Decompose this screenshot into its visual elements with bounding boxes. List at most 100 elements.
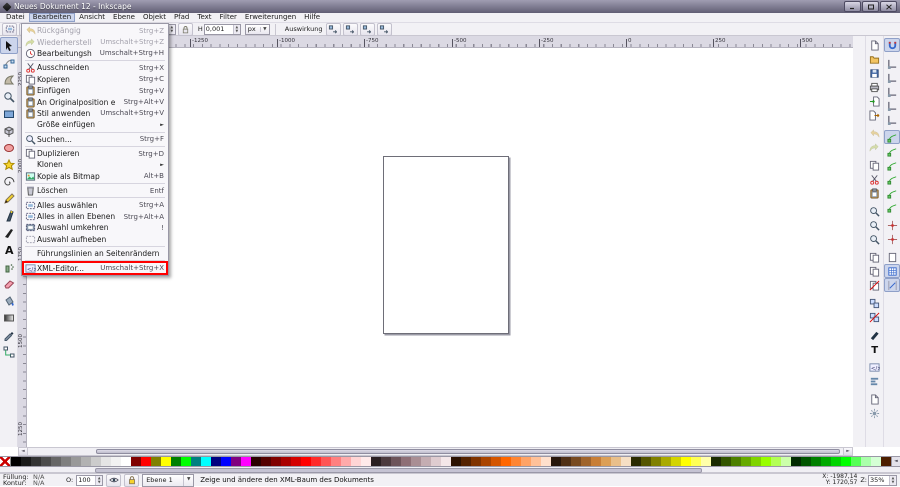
palette-swatch[interactable] [401, 457, 411, 466]
menu-item-größe-einfügen[interactable]: Größe einfügen► [23, 119, 167, 130]
menu-item-löschen[interactable]: LöschenEntf [23, 185, 167, 196]
menu-item-auswahl-umkehren[interactable]: Auswahl umkehren! [23, 222, 167, 233]
menu-item-stil-anwenden[interactable]: Stil anwendenUmschalt+Strg+V [23, 108, 167, 119]
snap-snap-bbox[interactable] [884, 56, 900, 70]
tool-connector[interactable] [0, 343, 18, 360]
palette-swatch[interactable] [881, 457, 891, 466]
palette-swatch[interactable] [151, 457, 161, 466]
palette-swatch[interactable] [731, 457, 741, 466]
palette-swatch[interactable] [281, 457, 291, 466]
chevron-down-icon[interactable]: ▼ [183, 475, 193, 486]
tool-spray[interactable] [0, 258, 18, 275]
palette-swatch[interactable] [61, 457, 71, 466]
palette-swatch[interactable] [321, 457, 331, 466]
command-ungroup[interactable] [866, 310, 882, 324]
palette-none-swatch[interactable] [0, 457, 11, 466]
tool-pencil[interactable] [0, 190, 18, 207]
fill-stroke-indicator[interactable]: Füllung:N/A Kontur:N/A [3, 474, 63, 486]
menu-item-alles-auswählen[interactable]: Alles auswählenStrg+A [23, 199, 167, 210]
menubar-item-erweiterungen[interactable]: Erweiterungen [241, 13, 300, 22]
snap-snap-rotation-centers[interactable] [884, 232, 900, 246]
palette-swatch[interactable] [171, 457, 181, 466]
snap-snap-grids[interactable] [884, 264, 900, 278]
palette-swatch[interactable] [641, 457, 651, 466]
layer-selector[interactable]: Ebene 1 ▼ [142, 474, 194, 487]
menu-item-xml-editor[interactable]: </>XML-Editor...Umschalt+Strg+X [23, 262, 167, 273]
palette-swatch[interactable] [471, 457, 481, 466]
menu-item-bearbeitungshistorie[interactable]: Bearbeitungshistorie...Umschalt+Strg+H [23, 48, 167, 59]
tool-tweak[interactable] [0, 71, 18, 88]
tool-paint-bucket[interactable] [0, 292, 18, 309]
command-export-image[interactable] [866, 108, 882, 122]
command-new-document[interactable] [866, 38, 882, 52]
palette-swatch[interactable] [441, 457, 451, 466]
palette-swatch[interactable] [851, 457, 861, 466]
snap-snap-object-centers[interactable] [884, 218, 900, 232]
snap-snap-guides[interactable] [884, 278, 900, 292]
menu-item-alles-in-allen-ebenen-auswählen[interactable]: Alles in allen Ebenen auswählenStrg+Alt+… [23, 211, 167, 222]
opacity-spinner-icon[interactable]: ▲▼ [95, 476, 102, 485]
command-copy[interactable] [866, 158, 882, 172]
tool-eraser[interactable] [0, 275, 18, 292]
palette-swatch[interactable] [461, 457, 471, 466]
tool-star[interactable] [0, 156, 18, 173]
palette-swatch[interactable] [801, 457, 811, 466]
snap-snap-enable[interactable] [884, 38, 900, 52]
layer-lock-toggle[interactable] [124, 474, 139, 487]
palette-swatch[interactable] [341, 457, 351, 466]
palette-swatch[interactable] [761, 457, 771, 466]
palette-swatch[interactable] [601, 457, 611, 466]
palette-swatch[interactable] [711, 457, 721, 466]
menu-item-suchen[interactable]: Suchen...Strg+F [23, 134, 167, 145]
palette-swatch[interactable] [741, 457, 751, 466]
field-h-input[interactable]: 0,001▲▼ [204, 24, 241, 35]
command-zoom-to-drawing[interactable] [866, 218, 882, 232]
palette-swatch[interactable] [81, 457, 91, 466]
palette-swatch[interactable] [571, 457, 581, 466]
palette-swatch[interactable] [261, 457, 271, 466]
tool-spiral[interactable] [0, 173, 18, 190]
horizontal-scrollbar-thumb[interactable] [96, 449, 840, 454]
lock-ratio-toggle[interactable] [178, 23, 193, 36]
palette-swatch[interactable] [101, 457, 111, 466]
field-h-input-spinner-icon[interactable]: ▲▼ [233, 25, 240, 34]
palette-swatch[interactable] [451, 457, 461, 466]
palette-swatch[interactable] [31, 457, 41, 466]
palette-swatch[interactable] [291, 457, 301, 466]
command-redo[interactable] [866, 140, 882, 154]
palette-swatch[interactable] [701, 457, 711, 466]
palette-swatch[interactable] [591, 457, 601, 466]
snap-snap-cusp-nodes[interactable] [884, 172, 900, 186]
move-patterns-toggle[interactable] [326, 23, 341, 36]
chevron-down-icon[interactable]: ▼ [260, 27, 269, 32]
palette-swatch[interactable] [181, 457, 191, 466]
palette-swatch[interactable] [361, 457, 371, 466]
palette-swatch[interactable] [231, 457, 241, 466]
tool-selector[interactable] [0, 37, 18, 54]
palette-swatch[interactable] [411, 457, 421, 466]
palette-swatch[interactable] [21, 457, 31, 466]
command-fill-and-stroke-dialog[interactable] [866, 328, 882, 342]
menubar-item-objekt[interactable]: Objekt [139, 13, 170, 22]
palette-swatch[interactable] [651, 457, 661, 466]
menu-item-duplizieren[interactable]: DuplizierenStrg+D [23, 148, 167, 159]
palette-swatch[interactable] [541, 457, 551, 466]
command-group[interactable] [866, 296, 882, 310]
menu-item-ausschneiden[interactable]: AusschneidenStrg+X [23, 62, 167, 73]
palette-swatch[interactable] [611, 457, 621, 466]
menu-item-klonen[interactable]: Klonen► [23, 159, 167, 170]
palette-swatch[interactable] [381, 457, 391, 466]
palette-swatch[interactable] [501, 457, 511, 466]
scroll-left-icon[interactable]: ◄ [19, 448, 28, 455]
palette-scroll-left-icon[interactable]: ◄ [891, 457, 900, 466]
command-preferences[interactable] [866, 406, 882, 420]
command-open-document[interactable] [866, 52, 882, 66]
palette-swatch[interactable] [191, 457, 201, 466]
palette-swatch[interactable] [581, 457, 591, 466]
palette-swatch[interactable] [621, 457, 631, 466]
menubar-item-hilfe[interactable]: Hilfe [300, 13, 324, 22]
command-print-document[interactable] [866, 80, 882, 94]
snap-snap-line-midpoints[interactable] [884, 200, 900, 214]
minimize-button[interactable] [844, 1, 861, 12]
command-zoom-to-selection[interactable] [866, 204, 882, 218]
